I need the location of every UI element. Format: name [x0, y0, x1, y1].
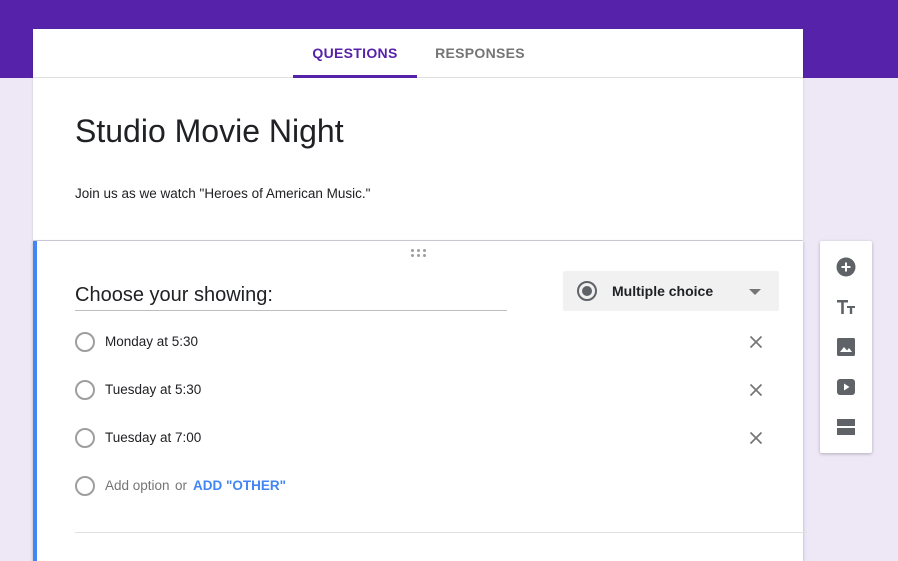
- tab-responses[interactable]: RESPONSES: [425, 29, 535, 77]
- radio-button-checked-icon: [577, 281, 597, 301]
- close-icon[interactable]: [745, 379, 767, 401]
- form-description[interactable]: Join us as we watch "Heroes of American …: [75, 186, 370, 201]
- add-other-button[interactable]: ADD "OTHER": [193, 478, 286, 493]
- chevron-down-icon: [749, 289, 761, 295]
- question-title-input[interactable]: Choose your showing:: [75, 284, 507, 311]
- form-header-card: QUESTIONS RESPONSES Studio Movie Night J…: [33, 29, 803, 240]
- section-icon[interactable]: [834, 415, 858, 439]
- radio-circle-icon: [75, 380, 95, 400]
- option-label[interactable]: Tuesday at 7:00: [105, 430, 201, 445]
- question-type-dropdown[interactable]: Multiple choice: [563, 271, 779, 311]
- side-toolbar: [820, 241, 872, 453]
- tab-questions[interactable]: QUESTIONS: [293, 29, 417, 78]
- image-icon[interactable]: [834, 335, 858, 359]
- radio-circle-icon: [75, 428, 95, 448]
- question-card[interactable]: Choose your showing: Multiple choice Mon…: [33, 241, 807, 561]
- title-text-icon[interactable]: [834, 295, 858, 319]
- add-question-icon[interactable]: [834, 255, 858, 279]
- option-label[interactable]: Monday at 5:30: [105, 334, 198, 349]
- option-row: Tuesday at 5:30: [75, 378, 775, 402]
- close-icon[interactable]: [745, 331, 767, 353]
- or-separator: or: [175, 478, 188, 493]
- option-row: Tuesday at 7:00: [75, 426, 775, 450]
- add-option-row: Add option or ADD "OTHER": [75, 474, 775, 498]
- drag-handle-icon[interactable]: [411, 249, 429, 257]
- add-option-input[interactable]: Add option: [105, 478, 170, 493]
- divider: [75, 532, 807, 533]
- video-icon[interactable]: [834, 375, 858, 399]
- radio-circle-icon: [75, 332, 95, 352]
- tab-bar: QUESTIONS RESPONSES: [33, 29, 803, 78]
- question-type-label: Multiple choice: [612, 283, 714, 299]
- close-icon[interactable]: [745, 427, 767, 449]
- form-title[interactable]: Studio Movie Night: [75, 113, 344, 150]
- option-row: Monday at 5:30: [75, 330, 775, 354]
- radio-circle-icon: [75, 476, 95, 496]
- option-label[interactable]: Tuesday at 5:30: [105, 382, 201, 397]
